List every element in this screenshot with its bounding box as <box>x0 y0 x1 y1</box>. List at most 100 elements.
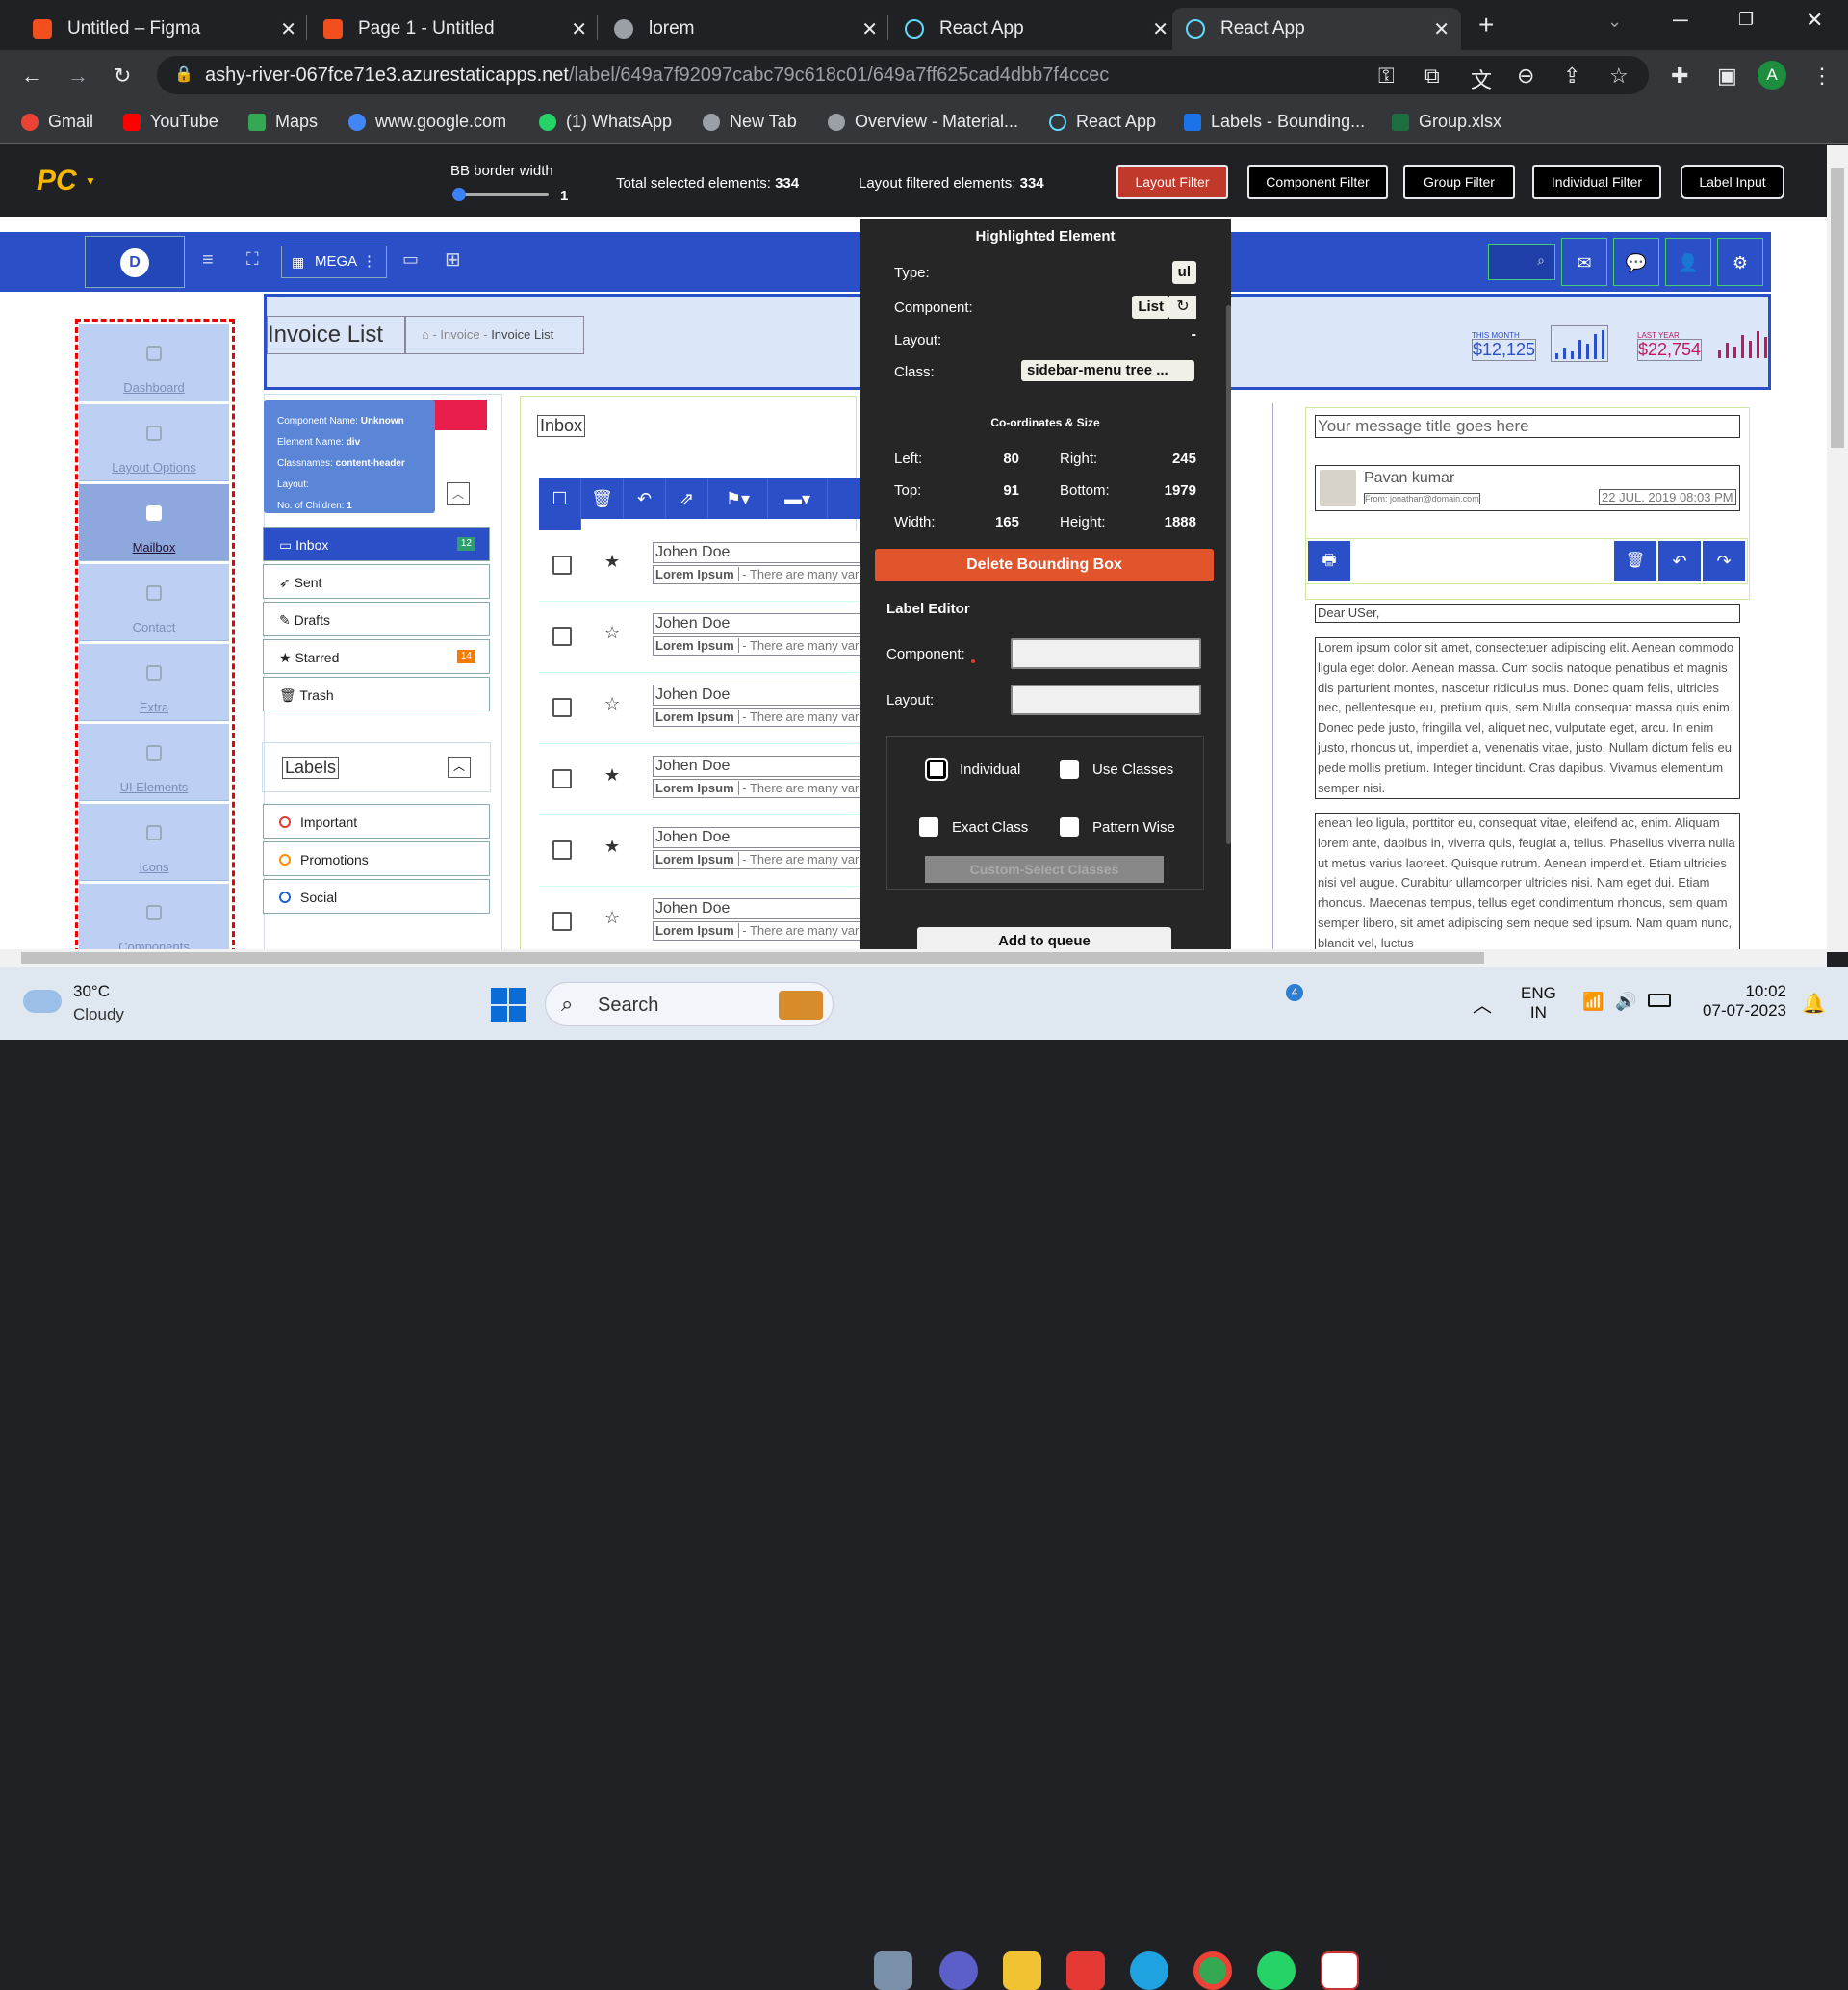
reload-icon[interactable]: ↻ <box>114 64 131 89</box>
reply-icon[interactable]: ↶ <box>624 478 666 519</box>
hamburger-icon[interactable]: ≡ <box>202 249 214 271</box>
folder-starred[interactable]: ★ Starred 14 <box>263 639 490 674</box>
tab-search-icon[interactable]: ⌄ <box>1607 12 1622 32</box>
teams-chat-icon[interactable] <box>939 1951 978 1990</box>
horizontal-scrollbar[interactable] <box>0 949 1827 967</box>
bookmark-youtube[interactable]: YouTube <box>123 112 218 132</box>
close-window-button[interactable]: ✕ <box>1806 8 1823 33</box>
app-logo[interactable]: PC <box>37 165 77 197</box>
taskbar-search[interactable]: ⌕ Search <box>545 982 834 1026</box>
weather-temp[interactable]: 30°C <box>73 982 110 1001</box>
user-icon[interactable]: 👤 <box>1665 238 1711 286</box>
sidebar-item-ui-elements[interactable]: UI Elements <box>79 724 229 801</box>
folder-sent[interactable]: ➶ Sent <box>263 564 490 599</box>
group-filter-button[interactable]: Group Filter <box>1403 165 1515 199</box>
bookmark-gmail[interactable]: Gmail <box>21 112 93 132</box>
row-checkbox[interactable] <box>552 698 572 717</box>
bookmark-material[interactable]: Overview - Material... <box>828 112 1018 132</box>
chevron-down-icon[interactable]: ▼ <box>85 174 96 188</box>
collapse-folders-button[interactable]: ︿ <box>447 482 470 505</box>
layout-filter-button[interactable]: Layout Filter <box>1116 165 1228 199</box>
reset-icon[interactable]: ↻ <box>1169 296 1196 319</box>
store-icon[interactable] <box>1066 1951 1105 1990</box>
scrollbar-thumb[interactable] <box>21 952 1484 964</box>
flag-icon[interactable]: ⚑▾ <box>708 478 768 519</box>
tab-lorem[interactable]: lorem ✕ <box>601 8 889 50</box>
back-icon[interactable]: ← <box>21 64 42 89</box>
translate-icon[interactable]: 文 <box>1471 64 1492 94</box>
close-tab-icon[interactable]: ✕ <box>571 17 587 41</box>
new-tab-button[interactable]: + <box>1478 10 1494 40</box>
print-icon[interactable]: 🖶 <box>1308 541 1350 581</box>
sidebar-item-contact[interactable]: Contact <box>79 564 229 641</box>
component-input[interactable] <box>1011 638 1201 669</box>
key-icon[interactable]: ⚿ <box>1378 64 1395 89</box>
exact-class-checkbox[interactable] <box>919 817 938 837</box>
extensions-icon[interactable]: ✚ <box>1671 64 1688 89</box>
star-filled-icon[interactable]: ★ <box>604 837 620 857</box>
table-row[interactable]: ★ Johen Doe Lorem Ipsum - There are many v… <box>539 815 866 887</box>
sidebar-item-components[interactable]: Components <box>79 884 229 952</box>
bookmark-react-app[interactable]: React App <box>1049 112 1156 132</box>
star-filled-icon[interactable]: ★ <box>604 765 620 786</box>
pattern-wise-checkbox[interactable] <box>1060 817 1079 837</box>
search-box[interactable]: ⌕ <box>1488 244 1555 280</box>
layout-input[interactable] <box>1011 685 1201 715</box>
chat-icon[interactable]: 💬 <box>1613 238 1659 286</box>
individual-filter-button[interactable]: Individual Filter <box>1532 165 1661 199</box>
label-important[interactable]: Important <box>263 804 490 839</box>
bb-width-slider[interactable] <box>452 188 549 201</box>
scrollbar-thumb[interactable] <box>1831 168 1844 448</box>
fullscreen-icon[interactable]: ⛶ <box>246 249 259 270</box>
delete-icon[interactable]: 🗑 <box>581 478 624 519</box>
share-icon[interactable]: ⇪ <box>1563 64 1580 89</box>
home-icon[interactable]: ⌂ <box>422 327 429 342</box>
sidebar-item-mailbox[interactable]: Mailbox <box>79 484 229 561</box>
row-checkbox[interactable] <box>552 840 572 860</box>
clock[interactable]: 10:02 07-07-2023 <box>1700 982 1786 1021</box>
collapse-labels-icon[interactable]: ︿ <box>448 757 471 778</box>
sidebar-item-dashboard[interactable]: Dashboard <box>79 324 229 401</box>
sidebar-item-layout-options[interactable]: Layout Options <box>79 404 229 481</box>
delete-icon[interactable]: 🗑 <box>1614 541 1656 581</box>
settings-gear-icon[interactable]: ⚙ <box>1717 238 1763 286</box>
bookmark-labels[interactable]: Labels - Bounding... <box>1184 112 1365 132</box>
row-checkbox[interactable] <box>552 627 572 646</box>
share-icon[interactable]: ⇗ <box>666 478 708 519</box>
folder-trash[interactable]: 🗑 Trash <box>263 677 490 711</box>
folder-move-icon[interactable]: ▬▾ <box>768 478 828 519</box>
use-classes-checkbox[interactable] <box>1060 760 1079 779</box>
snipping-tool-icon[interactable] <box>1321 1951 1359 1990</box>
tab-figma-page[interactable]: Page 1 - Untitled ✕ <box>310 8 599 50</box>
component-filter-button[interactable]: Component Filter <box>1247 165 1388 199</box>
wifi-icon[interactable]: 📶 <box>1582 992 1604 1012</box>
side-panel-icon[interactable]: ▣ <box>1717 64 1737 89</box>
tab-figma-untitled[interactable]: Untitled – Figma ✕ <box>19 8 308 50</box>
folder-drafts[interactable]: ✎ Drafts <box>263 602 490 636</box>
restore-button[interactable]: ❐ <box>1738 10 1754 30</box>
table-row[interactable]: ☆ Johen Doe Lorem Ipsum - There are many v… <box>539 602 866 673</box>
apps-grid-icon[interactable]: ⊞ <box>445 247 461 271</box>
table-row[interactable]: ☆ Johen Doe Lorem Ipsum - There are many v… <box>539 887 866 952</box>
close-tab-icon[interactable]: ✕ <box>1152 17 1168 41</box>
tab-react-app-active[interactable]: React App ✕ <box>1172 8 1461 50</box>
panel-scrollbar[interactable] <box>1226 305 1231 844</box>
bookmark-new-tab[interactable]: New Tab <box>703 112 797 132</box>
bookmark-whatsapp[interactable]: (1) WhatsApp <box>539 112 672 132</box>
vertical-scrollbar[interactable] <box>1827 145 1848 952</box>
windows-start-icon[interactable] <box>491 988 526 1022</box>
forward-icon[interactable]: ↷ <box>1703 541 1745 581</box>
slider-handle[interactable] <box>452 188 466 201</box>
table-row[interactable]: ★ Johen Doe Lorem Ipsum - There are many v… <box>539 744 866 815</box>
sidebar-item-extra[interactable]: Extra <box>79 644 229 721</box>
select-all-checkbox[interactable]: ☐ <box>539 478 581 519</box>
weather-desc[interactable]: Cloudy <box>73 1005 124 1024</box>
volume-icon[interactable]: 🔊 <box>1615 992 1636 1012</box>
breadcrumb-item[interactable]: Invoice <box>440 327 479 342</box>
menu-icon[interactable]: ⋮ <box>1811 64 1833 89</box>
reply-icon[interactable]: ↶ <box>1658 541 1701 581</box>
row-checkbox[interactable] <box>552 769 572 788</box>
label-social[interactable]: Social <box>263 879 490 914</box>
close-tab-icon[interactable]: ✕ <box>861 17 878 41</box>
minimize-button[interactable]: ─ <box>1673 8 1688 33</box>
